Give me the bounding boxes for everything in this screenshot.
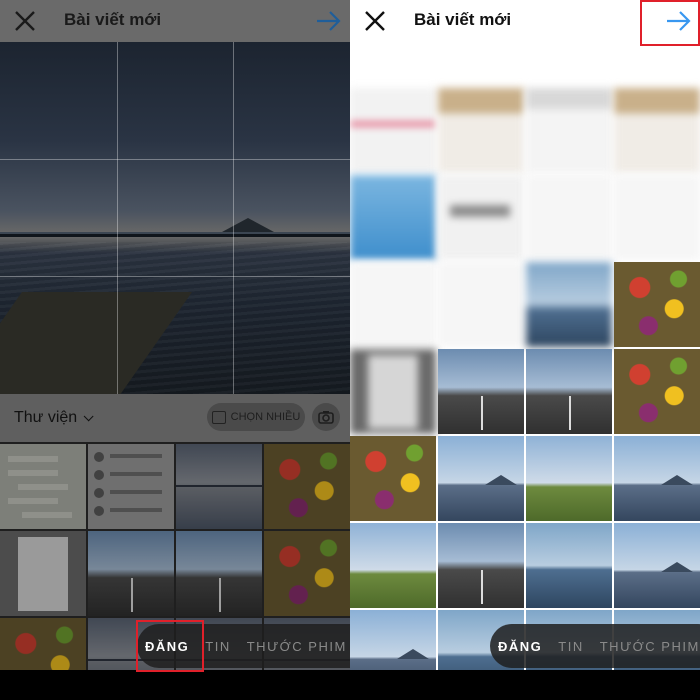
photo-thumbnail[interactable]: [438, 436, 524, 521]
bottom-strip: [350, 670, 700, 700]
photo-thumbnail[interactable]: [350, 88, 436, 173]
photo-thumbnail[interactable]: [614, 436, 700, 521]
header-bar: Bài viết mới: [0, 0, 350, 42]
photo-thumbnail[interactable]: [350, 436, 436, 521]
photo-thumbnail[interactable]: [526, 262, 612, 347]
photo-thumbnail[interactable]: [614, 88, 700, 173]
select-multiple-button[interactable]: CHỌN NHIỀU: [207, 403, 305, 431]
close-icon[interactable]: [12, 8, 38, 34]
mode-reels[interactable]: THƯỚC PHIM: [592, 639, 700, 654]
photo-preview[interactable]: [0, 42, 350, 394]
photo-thumbnail[interactable]: [526, 436, 612, 521]
mode-selector: ĐĂNG TIN THƯỚC PHIM: [490, 624, 700, 668]
photo-thumbnail[interactable]: [264, 531, 350, 616]
bridge: [0, 234, 350, 237]
photo-thumbnail[interactable]: [350, 349, 436, 434]
photo-thumbnail[interactable]: [526, 88, 612, 173]
camera-icon: [318, 411, 334, 424]
distant-mountain: [222, 218, 274, 232]
photo-thumbnail[interactable]: [614, 262, 700, 347]
photo-thumbnail[interactable]: [614, 523, 700, 608]
photo-thumbnail[interactable]: [438, 523, 524, 608]
photo-thumbnail[interactable]: [614, 175, 700, 260]
mode-story[interactable]: TIN: [550, 639, 591, 654]
photo-grid: [350, 88, 700, 695]
page-title: Bài viết mới: [414, 10, 512, 29]
photo-thumbnail[interactable]: [526, 175, 612, 260]
crop-gridline: [0, 276, 350, 277]
camera-button[interactable]: [312, 403, 340, 431]
crop-gridline: [117, 42, 118, 394]
photo-thumbnail[interactable]: [438, 262, 524, 347]
photo-thumbnail[interactable]: [350, 262, 436, 347]
photo-thumbnail[interactable]: [264, 444, 350, 529]
page-title: Bài viết mới: [64, 10, 162, 29]
chevron-down-icon: [83, 411, 94, 422]
photo-thumbnail[interactable]: [88, 531, 174, 616]
photo-thumbnail[interactable]: [438, 175, 524, 260]
photo-thumbnail[interactable]: [526, 523, 612, 608]
highlight-box: [640, 0, 700, 46]
library-bar: Thư viện CHỌN NHIỀU: [0, 394, 350, 442]
crop-gridline: [233, 42, 234, 394]
photo-thumbnail[interactable]: [438, 349, 524, 434]
photo-thumbnail[interactable]: [176, 531, 262, 616]
library-label: Thư viện: [14, 409, 78, 426]
crop-gridline: [0, 159, 350, 160]
photo-thumbnail[interactable]: [176, 444, 262, 529]
mode-post[interactable]: ĐĂNG: [490, 639, 550, 654]
photo-thumbnail[interactable]: [0, 444, 86, 529]
photo-thumbnail[interactable]: [526, 349, 612, 434]
photo-thumbnail[interactable]: [350, 523, 436, 608]
library-dropdown[interactable]: Thư viện: [14, 409, 94, 427]
photo-thumbnail[interactable]: [438, 88, 524, 173]
photo-thumbnail[interactable]: [614, 349, 700, 434]
highlight-box: [136, 620, 204, 672]
multi-select-icon: [211, 410, 226, 424]
arrow-right-icon[interactable]: [314, 8, 342, 34]
mode-reels[interactable]: THƯỚC PHIM: [239, 639, 350, 654]
close-icon[interactable]: [362, 8, 388, 34]
photo-thumbnail[interactable]: [350, 175, 436, 260]
photo-thumbnail[interactable]: [0, 531, 86, 616]
photo-thumbnail[interactable]: [88, 444, 174, 529]
bottom-strip: [0, 670, 350, 700]
left-screen: Bài viết mới Thư viện CHỌN NHIỀU ĐĂNG TI…: [0, 0, 350, 700]
right-screen: Bài viết mới ĐĂNG TIN THƯỚC PHIM: [350, 0, 700, 700]
select-multiple-label: CHỌN NHIỀU: [230, 411, 301, 423]
